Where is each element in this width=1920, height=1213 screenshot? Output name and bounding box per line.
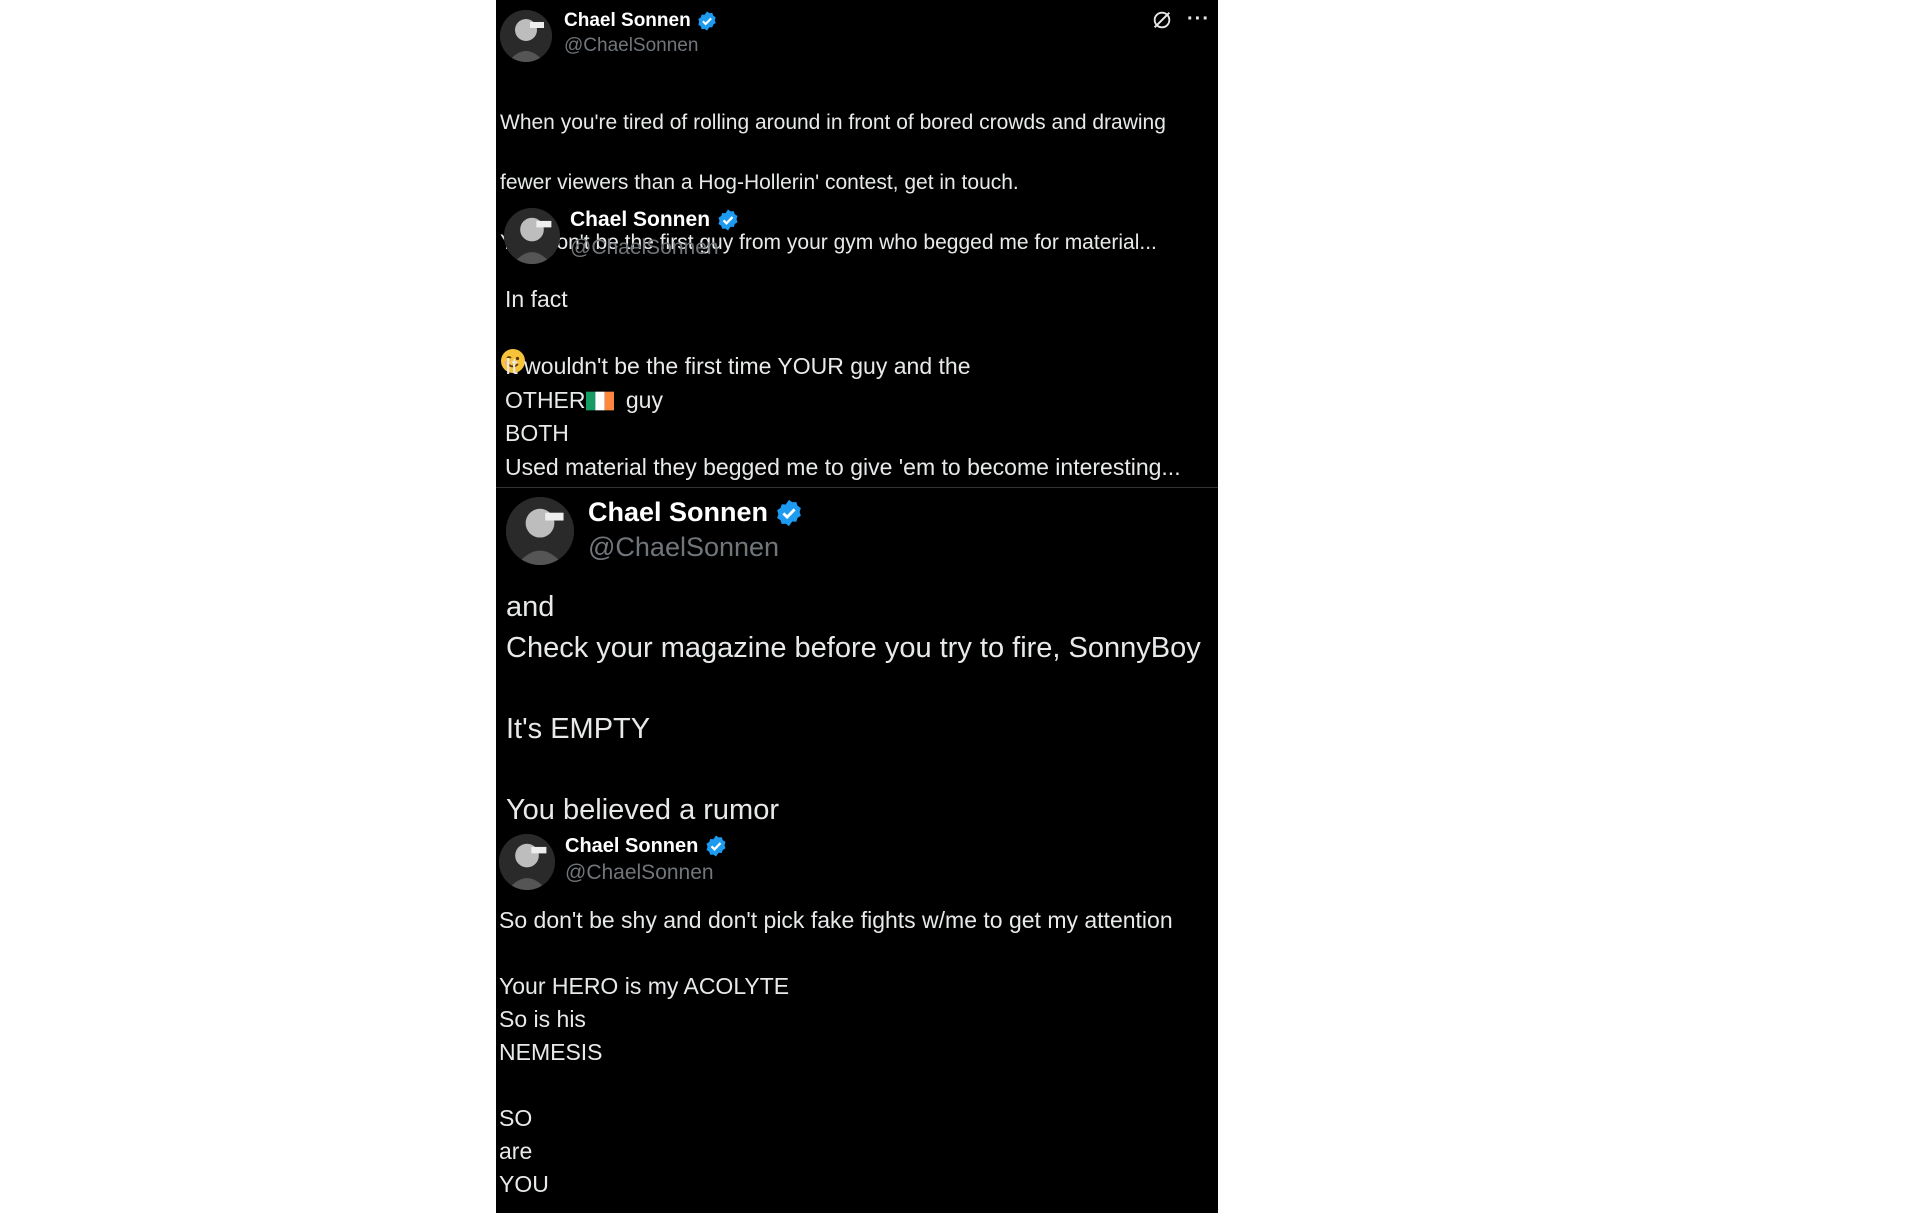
more-icon[interactable]: ··· (1187, 8, 1210, 31)
tweet-line: SO (499, 1105, 533, 1131)
tweet-screenshot-column: Chael Sonnen @ChaelSonnen ··· When you'r… (496, 0, 1218, 1213)
tweet-line: So is his (499, 1006, 586, 1032)
tweet-line: When you're tired of rolling around in f… (500, 111, 1166, 134)
verified-badge-icon (704, 834, 728, 858)
tweet-text: and Check your magazine before you try t… (506, 587, 1216, 830)
tweet-text: So don't be shy and don't pick fake figh… (499, 904, 1215, 1201)
tweet-divider (496, 487, 1218, 488)
avatar[interactable] (504, 208, 560, 264)
tweet-line: are (499, 1138, 533, 1164)
author-handle[interactable]: @ChaelSonnen (570, 236, 740, 260)
verified-badge-icon (716, 208, 740, 232)
tweet-line: In fact (505, 286, 568, 312)
author-handle[interactable]: @ChaelSonnen (564, 35, 718, 57)
author-handle[interactable]: @ChaelSonnen (588, 532, 804, 563)
tweet-line: Check your magazine before you try to fi… (506, 631, 1201, 664)
tweet-line: Your HERO is my ACOLYTE (499, 973, 790, 999)
author-name[interactable]: Chael Sonnen (588, 497, 768, 528)
tweet-line: BOTH (505, 420, 569, 446)
tweet-line: YOU (499, 1171, 549, 1197)
tweet-line: It's EMPTY (506, 712, 651, 745)
tweet-text: In fact It wouldn't be the first time YO… (505, 283, 1215, 484)
avatar[interactable] (499, 834, 555, 890)
tweet-line: and (506, 591, 555, 623)
tweet-line-part: guy (619, 386, 663, 413)
tweet-line: It wouldn't be the first time YOUR guy a… (505, 353, 971, 379)
avatar[interactable] (506, 497, 574, 565)
tweet-line: Used material they begged me to give 'em… (505, 453, 1181, 480)
verified-badge-icon (696, 10, 718, 32)
tweet-line: NEMESIS (499, 1039, 603, 1065)
author-name[interactable]: Chael Sonnen (565, 835, 698, 858)
tweet-line: fewer viewers than a Hog-Hollerin' conte… (500, 171, 1019, 194)
grok-icon[interactable] (1151, 9, 1173, 31)
author-name[interactable]: Chael Sonnen (570, 208, 710, 232)
author-name[interactable]: Chael Sonnen (564, 10, 691, 32)
tweet-line: So don't be shy and don't pick fake figh… (499, 907, 1173, 933)
tweet-line: You believed a rumor (506, 793, 779, 826)
author-handle[interactable]: @ChaelSonnen (565, 861, 728, 885)
verified-badge-icon (774, 498, 804, 528)
ireland-flag-emoji-icon (585, 391, 614, 411)
tweet-line-part: OTHER (505, 386, 586, 413)
avatar[interactable] (500, 10, 552, 62)
tweet-actions: ··· (1151, 8, 1210, 31)
tweet-line: OTHER guy (505, 384, 1215, 418)
